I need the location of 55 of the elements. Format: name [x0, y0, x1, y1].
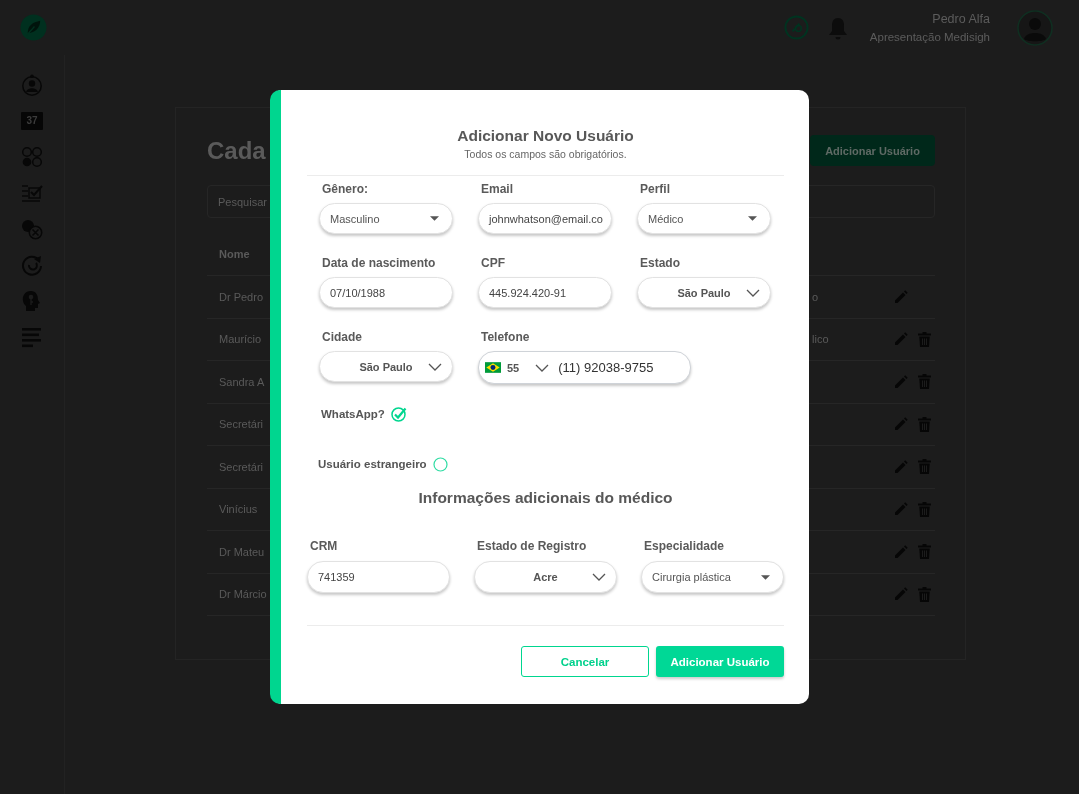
checkbox[interactable]	[432, 456, 449, 472]
user-name: Pedro Alfa	[932, 11, 990, 27]
field-label: Cidade	[322, 330, 362, 344]
dropdown-field[interactable]: Masculino	[319, 203, 453, 234]
dropdown-field[interactable]: São Paulo	[319, 351, 453, 382]
input-field[interactable]: 741359	[307, 561, 450, 593]
chevron-down-icon	[535, 363, 550, 372]
pen-circle-icon[interactable]	[783, 15, 809, 40]
table-cell-text: Maurício	[218, 333, 262, 346]
field-label: Especialidade	[644, 539, 725, 553]
dropdown-field[interactable]: São Paulo	[637, 277, 771, 308]
section-title: Informações adicionais do médico	[418, 488, 673, 508]
chevron-down-icon	[428, 362, 442, 371]
dialog-subtitle: Todos os campos são obrigatórios.	[464, 148, 627, 161]
caret-icon	[430, 216, 439, 221]
avatar-icon[interactable]	[1017, 9, 1053, 46]
checkbox[interactable]	[390, 406, 407, 422]
table-cell-text: Sandra A	[218, 375, 265, 388]
chevron-down-icon	[592, 573, 606, 581]
dropdown-field[interactable]: Médico	[637, 203, 771, 234]
caret-icon	[761, 574, 770, 580]
field-label: Telefone	[481, 330, 530, 344]
table-cell-text: Dr Mateu	[218, 545, 265, 558]
dialog-title: Adicionar Novo Usuário	[457, 126, 634, 146]
table-cell-text: Dr Márcio	[218, 588, 267, 601]
phone-number-input[interactable]: (11) 92038-9755	[558, 360, 654, 375]
field-label: Gênero:	[322, 182, 368, 196]
field-label: CRM	[310, 539, 338, 553]
field-label: Estado de Registro	[477, 539, 587, 553]
checkbox-label: Usuário estrangeiro	[318, 458, 427, 470]
checkbox-label: WhatsApp?	[321, 408, 385, 420]
dropdown-field[interactable]: Cirurgia plástica	[641, 561, 784, 593]
table-cell-text: Secretári	[218, 418, 264, 431]
chevron-down-icon	[746, 288, 760, 297]
input-field[interactable]: 07/10/1988	[319, 277, 453, 308]
table-cell-text: Dr Pedro	[218, 290, 264, 303]
page-title: Cada	[207, 136, 266, 165]
column-header: Nome	[219, 247, 250, 260]
field-label: CPF	[481, 256, 505, 270]
country-code-select[interactable]: 55	[485, 361, 550, 374]
caret-icon	[748, 216, 757, 221]
logo-icon[interactable]	[20, 14, 47, 41]
dropdown-field[interactable]: Acre	[474, 561, 617, 593]
phone-field[interactable]: 55 (11) 92038-9755	[478, 351, 691, 384]
input-field[interactable]: 445.924.420-91	[478, 277, 612, 308]
table-cell-text: Secretári	[218, 460, 264, 473]
field-label: Email	[481, 182, 513, 196]
flag-icon	[485, 362, 501, 373]
input-field[interactable]: johnwhatson@email.co	[478, 203, 612, 234]
field-label: Perfil	[640, 182, 670, 196]
field-label: Estado	[640, 256, 680, 270]
table-cell-text: Vinícius	[218, 503, 258, 516]
user-role: Apresentação Medisigh	[869, 29, 990, 44]
table-cell: lico	[812, 333, 829, 346]
field-label: Data de nascimento	[322, 256, 436, 270]
